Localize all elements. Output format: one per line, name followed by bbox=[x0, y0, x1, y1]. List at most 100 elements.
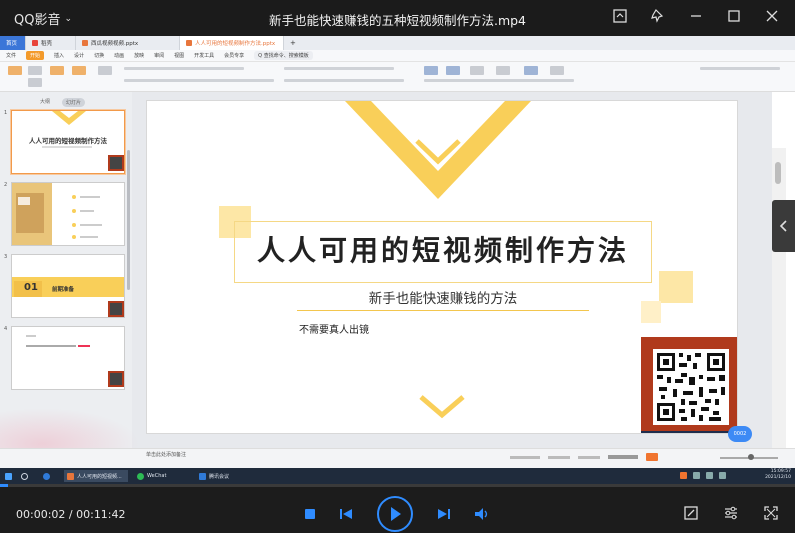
menu-item: 会员专享 bbox=[224, 53, 245, 59]
add-tab-icon: + bbox=[290, 39, 296, 47]
tab-home: 首页 bbox=[0, 36, 26, 50]
copy-icon bbox=[28, 78, 42, 87]
decor-square bbox=[659, 271, 693, 303]
menu-item: 设计 bbox=[74, 53, 85, 59]
slide-thumbnail-panel: 大纲 幻灯片 1 人人可用的短视频制作方法 2 3 01 前期准备 4 bbox=[0, 92, 132, 448]
paragraph-controls bbox=[284, 67, 394, 70]
wps-status-bar: 单击此处添加备注 bbox=[0, 448, 795, 468]
textbox-icon bbox=[424, 66, 438, 75]
tab-label: 稻壳 bbox=[41, 41, 53, 47]
fullscreen-button[interactable] bbox=[763, 505, 781, 523]
tray-icons bbox=[680, 472, 726, 479]
menu-item: 视图 bbox=[174, 53, 185, 59]
slide-thumbnail-3: 01 前期准备 bbox=[11, 254, 125, 318]
arrange-icon bbox=[470, 66, 484, 75]
scroll-thumb bbox=[775, 162, 781, 184]
slide-number: 1 bbox=[4, 110, 8, 116]
subtitle-underline bbox=[297, 310, 589, 311]
docer-icon bbox=[32, 40, 38, 46]
wps-tab-bar: 首页 稻壳 西瓜视频视频.pptx 人人可用的短视频制作方法.pptx + bbox=[0, 36, 795, 50]
os-taskbar: 人人可用的短视频... WeChat 腾讯会议 15:09:57 2021/12… bbox=[0, 468, 795, 484]
previous-button[interactable] bbox=[338, 507, 354, 521]
qr-code bbox=[653, 349, 729, 425]
view-icon bbox=[578, 455, 600, 459]
style-icon bbox=[496, 66, 510, 75]
ppt-icon bbox=[82, 40, 88, 46]
tab-outline: 大纲 bbox=[40, 99, 51, 105]
layout-icon bbox=[98, 66, 112, 75]
tab-ppt-2: 人人可用的短视频制作方法.pptx bbox=[180, 36, 284, 50]
tab-label: 人人可用的短视频制作方法.pptx bbox=[195, 41, 276, 47]
title-bar: QQ影音 ⌄ 新手也能快速赚钱的五种短视频制作方法.mp4 bbox=[0, 0, 795, 36]
pin-icon[interactable] bbox=[649, 8, 667, 26]
menu-item: 切换 bbox=[94, 53, 105, 59]
slide-number: 2 bbox=[4, 182, 8, 188]
fullscreen-icon bbox=[764, 506, 778, 520]
cut-icon bbox=[28, 66, 42, 75]
video-edit-icon bbox=[684, 506, 698, 520]
taskbar-label: 人人可用的短视频... bbox=[77, 473, 122, 480]
maximize-icon[interactable] bbox=[725, 8, 743, 26]
side-panel-toggle[interactable] bbox=[772, 200, 795, 252]
sliders-icon bbox=[725, 506, 737, 520]
thumbnail-heading: 前期准备 bbox=[52, 287, 75, 293]
notes-placeholder: 单击此处添加备注 bbox=[146, 452, 187, 458]
menu-item: 审阅 bbox=[154, 53, 165, 59]
menu-item: 放映 bbox=[134, 53, 145, 59]
tab-ppt-1: 西瓜视频视频.pptx bbox=[76, 36, 180, 50]
time-display: 00:00:02 / 00:11:42 bbox=[16, 508, 126, 521]
start-icon bbox=[2, 470, 15, 482]
slide-thumbnail-2 bbox=[11, 182, 125, 246]
screenshot-icon[interactable] bbox=[611, 8, 629, 26]
slide-subtitle: 新手也能快速赚钱的方法 bbox=[368, 291, 518, 307]
panel-scrollbar bbox=[127, 150, 130, 290]
current-time: 00:00:02 bbox=[16, 508, 66, 521]
slide-thumbnail-4 bbox=[11, 326, 125, 390]
font-format-controls bbox=[124, 79, 274, 82]
tab-label: 西瓜视频视频.pptx bbox=[91, 41, 139, 47]
next-button[interactable] bbox=[436, 507, 452, 521]
align-controls bbox=[284, 79, 404, 82]
qr-base bbox=[641, 431, 737, 433]
new-slide-icon bbox=[72, 66, 86, 75]
taskbar-label: 腾讯会议 bbox=[209, 473, 230, 480]
replace-icon bbox=[550, 66, 564, 75]
time-separator: / bbox=[65, 508, 77, 521]
search-icon bbox=[18, 470, 31, 482]
control-bar: 00:00:02 / 00:11:42 bbox=[0, 487, 795, 533]
minimize-icon[interactable] bbox=[687, 8, 705, 26]
menu-item: 插入 bbox=[54, 53, 65, 59]
slide-title: 人人可用的短视频制作方法 bbox=[256, 234, 629, 267]
stop-button[interactable] bbox=[303, 507, 317, 521]
ribbon-toolbar bbox=[0, 62, 795, 92]
play-button[interactable] bbox=[377, 496, 413, 532]
edit-button[interactable] bbox=[683, 505, 701, 523]
play-icon bbox=[391, 507, 401, 521]
volume-icon bbox=[475, 508, 488, 520]
canvas-scrollbar bbox=[772, 148, 786, 484]
slide-number: 3 bbox=[4, 254, 8, 260]
zoom-knob bbox=[748, 454, 754, 460]
close-icon[interactable] bbox=[763, 8, 781, 26]
grid-view-icon bbox=[608, 455, 638, 459]
qq-player-window: QQ影音 ⌄ 新手也能快速赚钱的五种短视频制作方法.mp4 首页 稻壳 西瓜视频… bbox=[0, 0, 795, 533]
slide-canvas: 人人可用的短视频制作方法 新手也能快速赚钱的方法 不需要真人出镜 0002 bbox=[132, 92, 786, 484]
total-time: 00:11:42 bbox=[76, 508, 126, 521]
shape-icon bbox=[446, 66, 460, 75]
account-controls bbox=[700, 67, 780, 70]
taskbar-item-meeting: 腾讯会议 bbox=[196, 470, 252, 482]
volume-button[interactable] bbox=[473, 506, 491, 522]
slide: 人人可用的短视频制作方法 新手也能快速赚钱的方法 不需要真人出镜 bbox=[146, 100, 738, 434]
tab-docer: 稻壳 bbox=[26, 36, 76, 50]
slide-number: 4 bbox=[4, 326, 8, 332]
format-painter-icon bbox=[50, 66, 64, 75]
settings-button[interactable] bbox=[723, 505, 741, 523]
thumbnail-number: 01 bbox=[24, 282, 38, 293]
video-frame[interactable]: 首页 稻壳 西瓜视频视频.pptx 人人可用的短视频制作方法.pptx + 文件… bbox=[0, 36, 795, 484]
thumbnail-title: 人人可用的短视频制作方法 bbox=[29, 137, 107, 145]
view-icon bbox=[548, 455, 570, 459]
taskbar-item-wechat: WeChat bbox=[134, 470, 192, 482]
font-controls bbox=[124, 67, 244, 70]
browser-icon bbox=[40, 470, 53, 482]
page-badge: 0002 bbox=[728, 426, 752, 442]
